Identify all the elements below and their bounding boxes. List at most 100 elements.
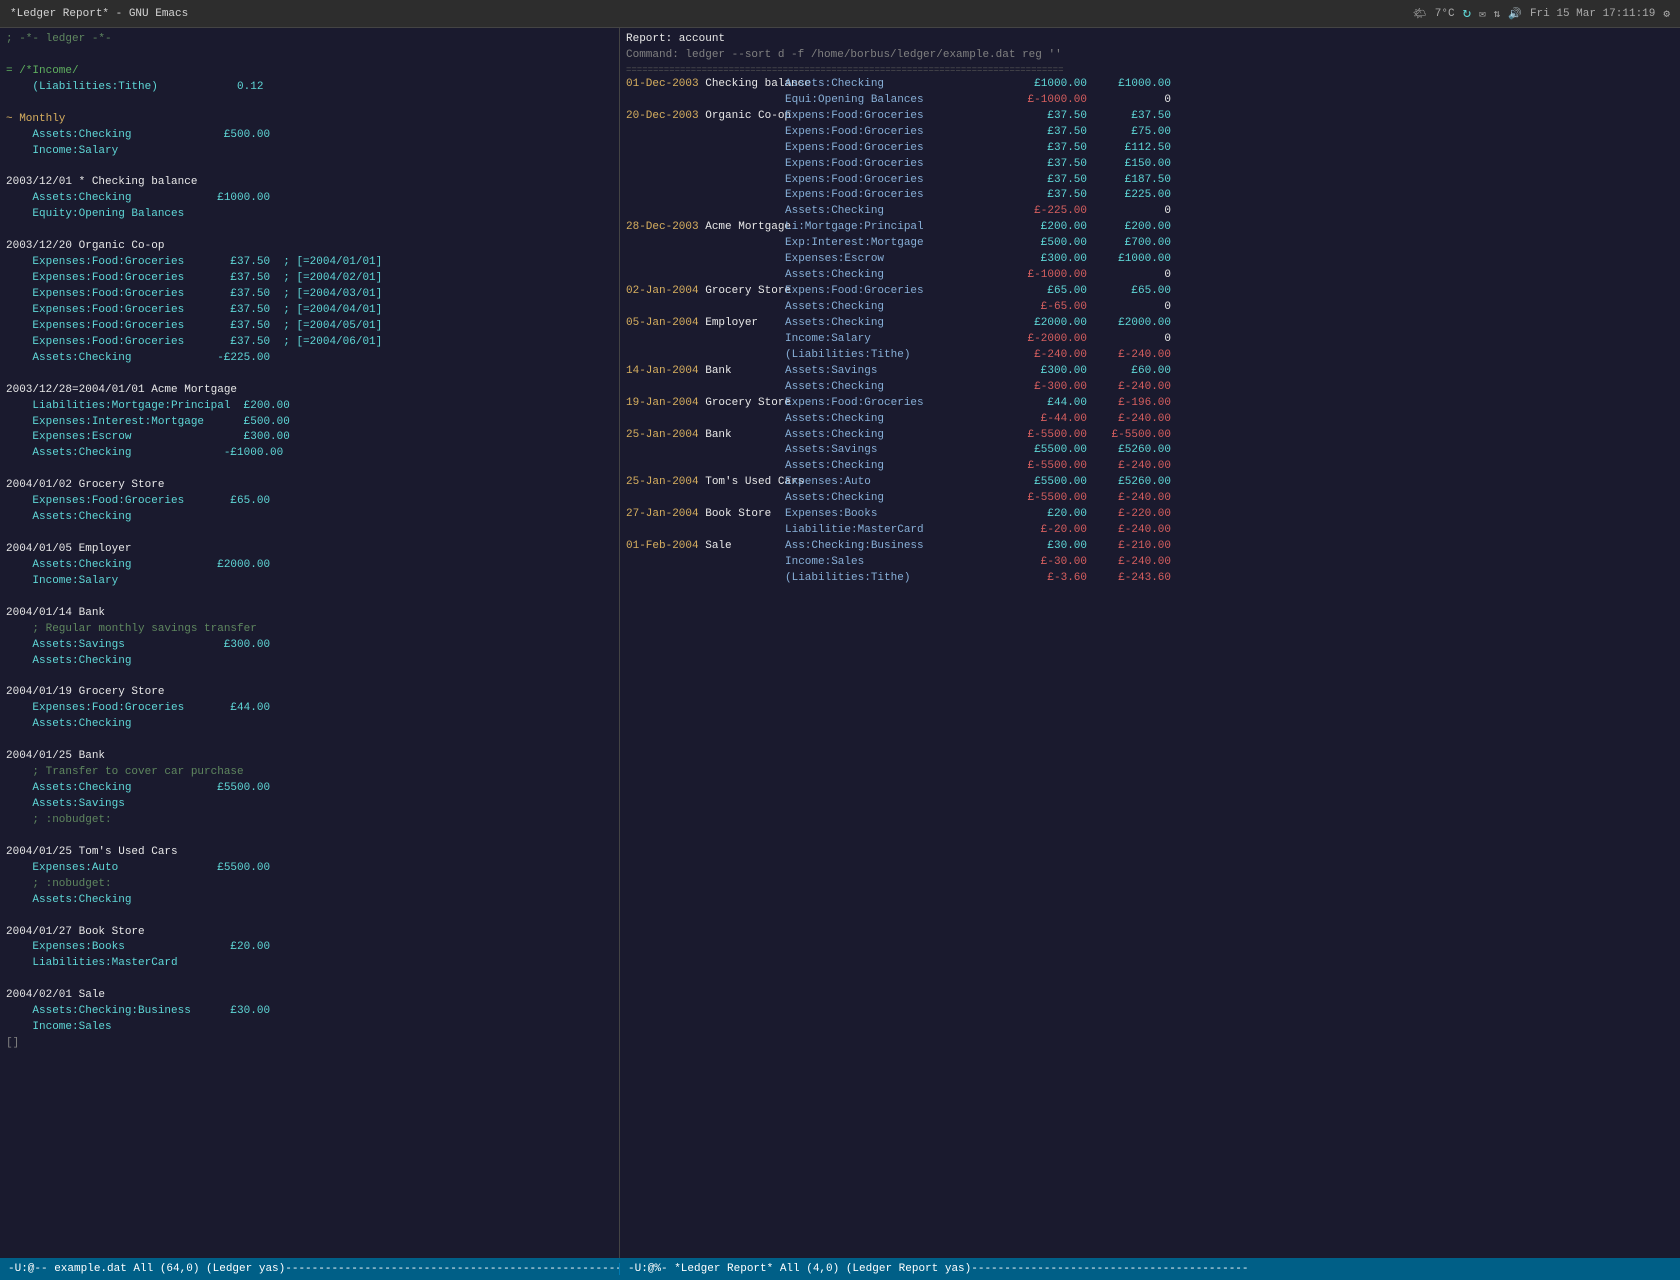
- account-cell: (Liabilities:Tithe): [781, 571, 1001, 587]
- balance-cell: £-240.00: [1091, 523, 1171, 539]
- date-payee-cell: [626, 571, 781, 587]
- date-payee-cell: 20-Dec-2003 Organic Co-op: [626, 109, 781, 125]
- balance-cell: £150.00: [1091, 157, 1171, 173]
- account-cell: Assets:Checking: [781, 491, 1001, 507]
- table-row: Expens:Food:Groceries£37.50£112.50: [626, 141, 1674, 157]
- statusbar: -U:@-- example.dat All (64,0) (Ledger ya…: [0, 1258, 1680, 1280]
- editor-line: [6, 670, 613, 686]
- table-row: 25-Jan-2004 Tom's Used CarsExpenses:Auto…: [626, 475, 1674, 491]
- amount-cell: £30.00: [1001, 539, 1091, 555]
- table-row: Assets:Checking£-1000.000: [626, 268, 1674, 284]
- account-cell: Assets:Checking: [781, 459, 1001, 475]
- table-row: Exp:Interest:Mortgage£500.00£700.00: [626, 236, 1674, 252]
- payee: Bank: [705, 429, 731, 441]
- amount-cell: £65.00: [1001, 284, 1091, 300]
- balance-cell: £60.00: [1091, 364, 1171, 380]
- editor-line: Assets:Checking -£225.00: [6, 351, 613, 367]
- weather-temp: 7°C: [1435, 8, 1455, 20]
- editor-line: 2003/12/28=2004/01/01 Acme Mortgage: [6, 383, 613, 399]
- balance-cell: £-243.60: [1091, 571, 1171, 587]
- table-row: 25-Jan-2004 BankAssets:Checking£-5500.00…: [626, 428, 1674, 444]
- editor-line: Expenses:Food:Groceries £37.50 ; [=2004/…: [6, 271, 613, 287]
- amount-cell: £-300.00: [1001, 380, 1091, 396]
- balance-cell: £65.00: [1091, 284, 1171, 300]
- editor-line: 2004/01/25 Bank: [6, 749, 613, 765]
- balance-cell: £-240.00: [1091, 380, 1171, 396]
- editor-line: 2004/01/02 Grocery Store: [6, 478, 613, 494]
- editor-line: 2003/12/20 Organic Co-op: [6, 239, 613, 255]
- editor-line: ; Transfer to cover car purchase: [6, 765, 613, 781]
- table-row: (Liabilities:Tithe)£-3.60£-243.60: [626, 571, 1674, 587]
- table-row: Assets:Checking£-65.000: [626, 300, 1674, 316]
- settings-icon[interactable]: ⚙: [1663, 7, 1670, 21]
- account-cell: Expens:Food:Groceries: [781, 284, 1001, 300]
- table-row: Income:Sales£-30.00£-240.00: [626, 555, 1674, 571]
- date-payee-cell: 28-Dec-2003 Acme Mortgage: [626, 220, 781, 236]
- editor-line: Income:Sales: [6, 1020, 613, 1036]
- balance-cell: 0: [1091, 300, 1171, 316]
- editor-line: [6, 733, 613, 749]
- balance-cell: 0: [1091, 93, 1171, 109]
- editor-line: Expenses:Interest:Mortgage £500.00: [6, 415, 613, 431]
- account-cell: Ass:Checking:Business: [781, 539, 1001, 555]
- date-payee-cell: 05-Jan-2004 Employer: [626, 316, 781, 332]
- table-row: Expens:Food:Groceries£37.50£225.00: [626, 188, 1674, 204]
- balance-cell: £37.50: [1091, 109, 1171, 125]
- table-row: Assets:Checking£-5500.00£-240.00: [626, 459, 1674, 475]
- editor-line: Expenses:Books £20.00: [6, 940, 613, 956]
- balance-cell: £2000.00: [1091, 316, 1171, 332]
- balance-cell: £-210.00: [1091, 539, 1171, 555]
- balance-cell: £-220.00: [1091, 507, 1171, 523]
- date-payee-cell: [626, 125, 781, 141]
- amount-cell: £200.00: [1001, 220, 1091, 236]
- account-cell: Expenses:Escrow: [781, 252, 1001, 268]
- amount-cell: £37.50: [1001, 188, 1091, 204]
- date-payee-cell: [626, 380, 781, 396]
- amount-cell: £-65.00: [1001, 300, 1091, 316]
- editor-line: Assets:Checking £1000.00: [6, 191, 613, 207]
- account-cell: Equi:Opening Balances: [781, 93, 1001, 109]
- statusbar-left: -U:@-- example.dat All (64,0) (Ledger ya…: [0, 1263, 620, 1275]
- balance-cell: £-240.00: [1091, 491, 1171, 507]
- amount-cell: £-5500.00: [1001, 491, 1091, 507]
- account-cell: Assets:Checking: [781, 316, 1001, 332]
- refresh-icon[interactable]: ↻: [1463, 5, 1471, 22]
- date-payee-cell: 19-Jan-2004 Grocery Store: [626, 396, 781, 412]
- editor-line: Assets:Checking: [6, 654, 613, 670]
- date-payee-cell: 25-Jan-2004 Bank: [626, 428, 781, 444]
- date: 01-Dec-2003: [626, 78, 705, 90]
- editor-line: Expenses:Food:Groceries £37.50 ; [=2004/…: [6, 255, 613, 271]
- amount-cell: £-225.00: [1001, 204, 1091, 220]
- amount-cell: £-44.00: [1001, 412, 1091, 428]
- amount-cell: £-240.00: [1001, 348, 1091, 364]
- editor-line: ; :nobudget:: [6, 813, 613, 829]
- date-payee-cell: [626, 443, 781, 459]
- amount-cell: £2000.00: [1001, 316, 1091, 332]
- amount-cell: £300.00: [1001, 252, 1091, 268]
- editor-line: (Liabilities:Tithe) 0.12: [6, 80, 613, 96]
- amount-cell: £37.50: [1001, 125, 1091, 141]
- left-pane[interactable]: ; -*- ledger -*- = /*Income/ (Liabilitie…: [0, 28, 620, 1258]
- payee: Grocery Store: [705, 285, 791, 297]
- date-payee-cell: 01-Dec-2003 Checking balance: [626, 77, 781, 93]
- balance-cell: 0: [1091, 268, 1171, 284]
- right-pane[interactable]: Report: account Command: ledger --sort d…: [620, 28, 1680, 1258]
- date-payee-cell: 25-Jan-2004 Tom's Used Cars: [626, 475, 781, 491]
- editor-line: Liabilities:Mortgage:Principal £200.00: [6, 399, 613, 415]
- date-payee-cell: [626, 523, 781, 539]
- editor-line: [6, 590, 613, 606]
- date-payee-cell: [626, 491, 781, 507]
- table-row: 01-Dec-2003 Checking balanceAssets:Check…: [626, 77, 1674, 93]
- payee: Bank: [705, 365, 731, 377]
- balance-cell: £-196.00: [1091, 396, 1171, 412]
- editor-line: Expenses:Escrow £300.00: [6, 430, 613, 446]
- balance-cell: £700.00: [1091, 236, 1171, 252]
- table-row: Assets:Checking£-5500.00£-240.00: [626, 491, 1674, 507]
- editor-line: Expenses:Food:Groceries £37.50 ; [=2004/…: [6, 319, 613, 335]
- table-row: Expenses:Escrow£300.00£1000.00: [626, 252, 1674, 268]
- account-cell: Assets:Savings: [781, 443, 1001, 459]
- editor-line: 2003/12/01 * Checking balance: [6, 175, 613, 191]
- editor-line: Assets:Checking £2000.00: [6, 558, 613, 574]
- account-cell: Assets:Checking: [781, 77, 1001, 93]
- date: 02-Jan-2004: [626, 285, 705, 297]
